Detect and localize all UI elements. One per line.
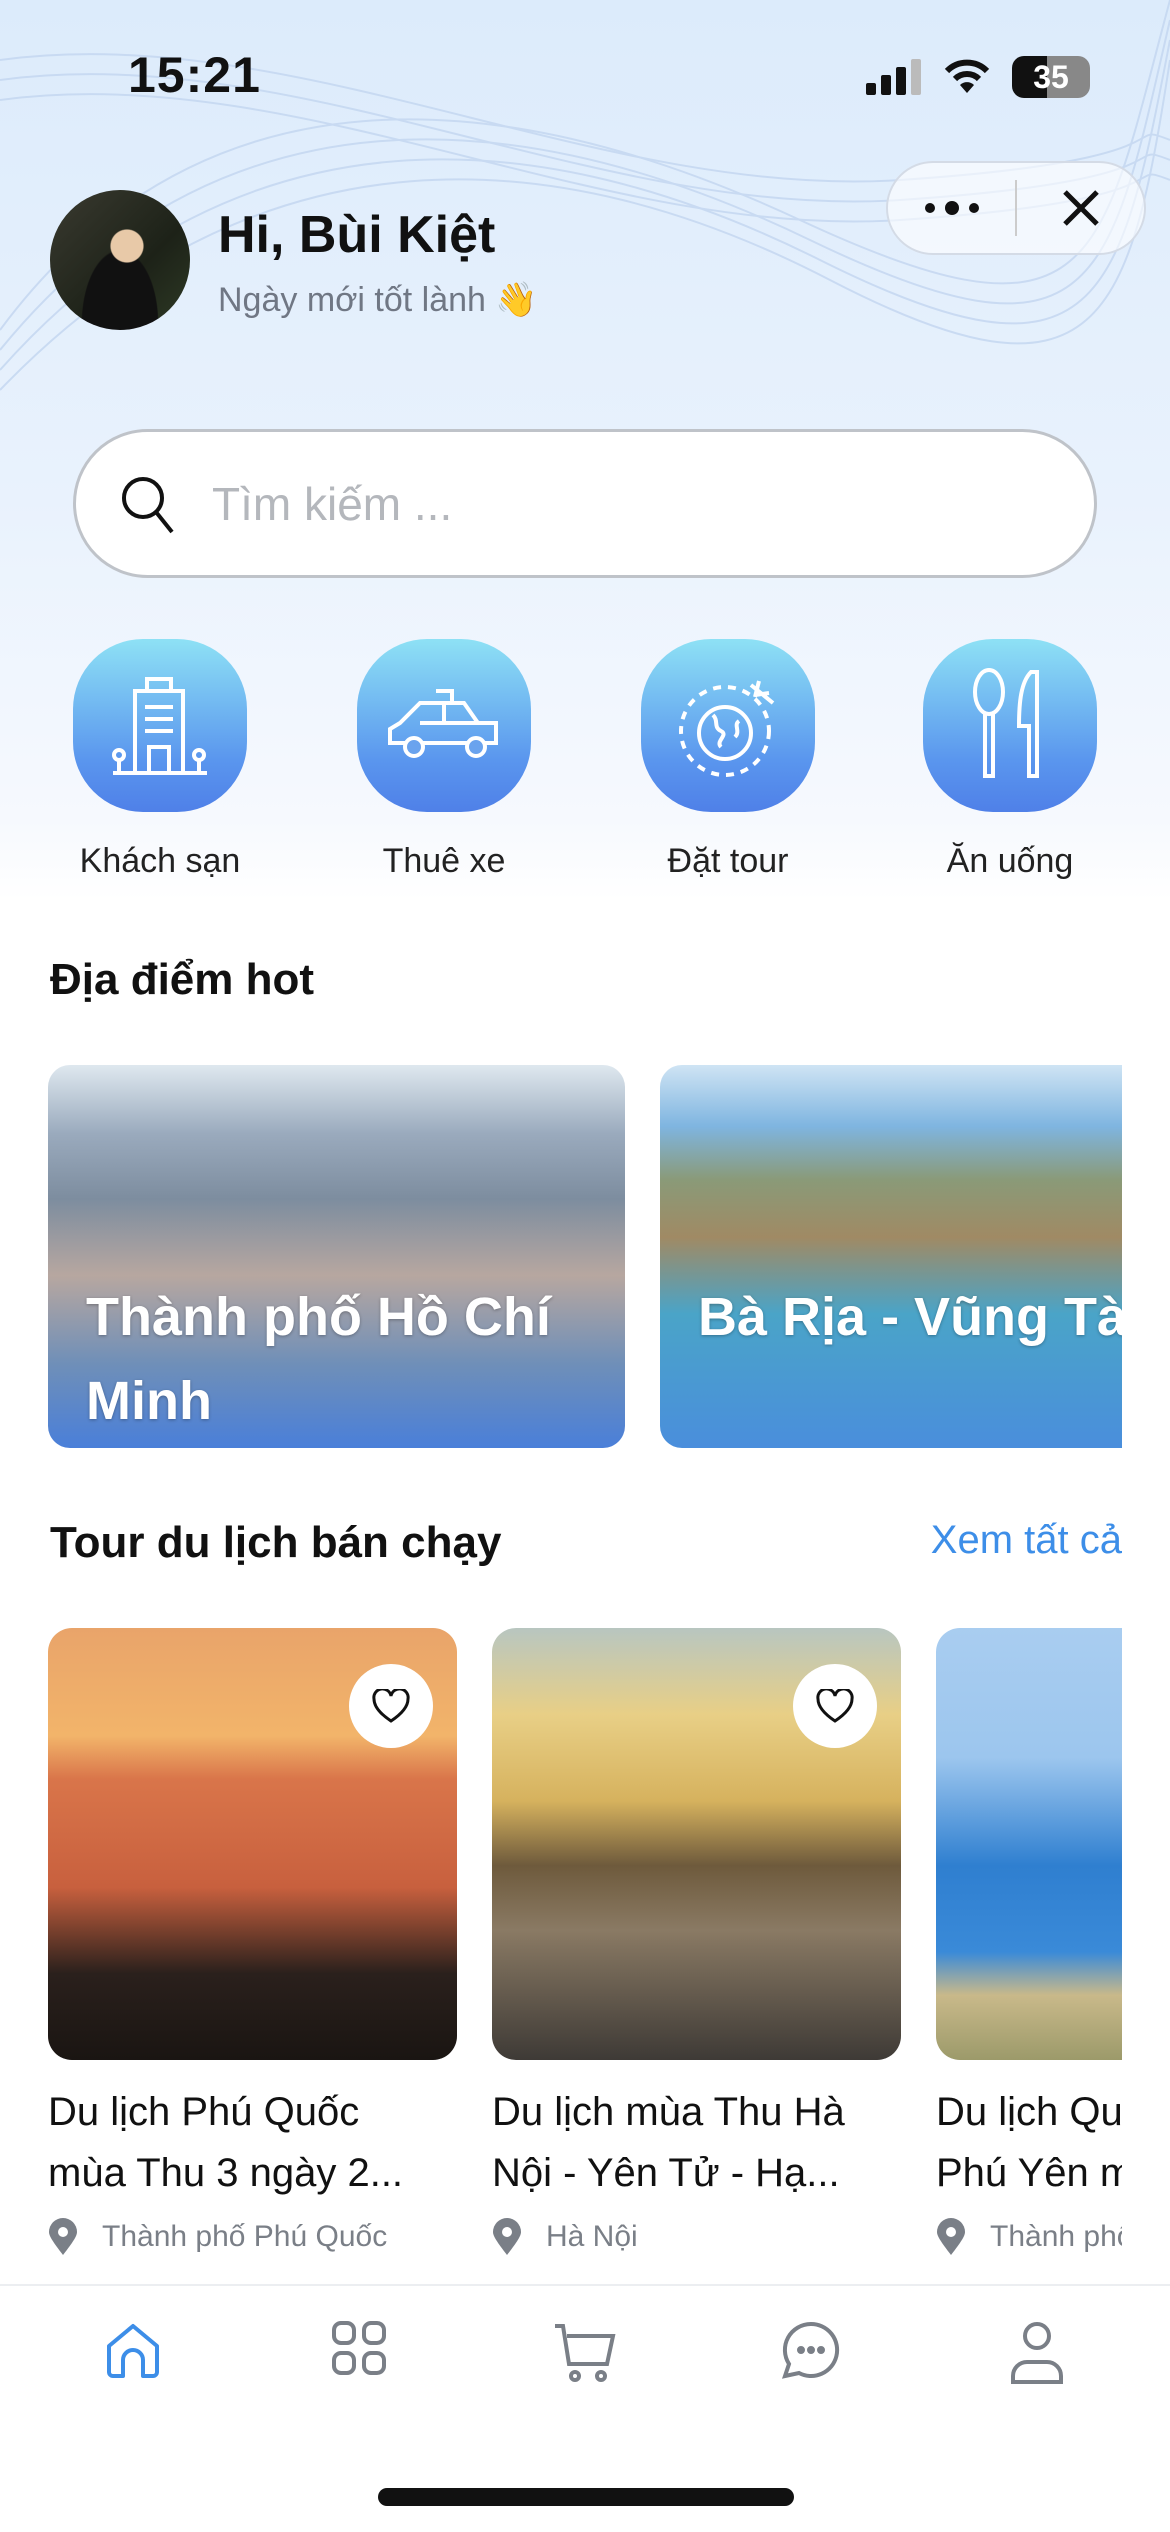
tour-location: Thành phố	[990, 2220, 1122, 2253]
utensils-icon	[973, 667, 1039, 778]
hot-place-card[interactable]: Bà Rịa - Vũng Tàu	[660, 1065, 1122, 1448]
tour-title-line1: Du lịch Quy Nhơn	[936, 2090, 1122, 2134]
location-pin-icon	[49, 2218, 77, 2255]
greeting: Hi, Bùi Kiệt	[218, 206, 496, 264]
hot-place-name: Thành phố Hồ Chí Minh	[86, 1287, 551, 1431]
category-label: Khách sạn	[79, 842, 241, 880]
tour-title-line2: Nội - Yên Tử - Hạ...	[492, 2151, 840, 2195]
tour-location: Hà Nội	[546, 2220, 638, 2253]
heart-icon	[372, 1689, 410, 1723]
tour-title-line2: Phú Yên mùa Thu	[936, 2151, 1122, 2195]
tour-card[interactable]: Du lịch Phú Quốc mùa Thu 3 ngày 2... Thà…	[48, 1628, 457, 2256]
signal-icon	[866, 59, 921, 95]
location-pin-icon	[493, 2218, 521, 2255]
tour-title-line1: Du lịch mùa Thu Hà	[492, 2090, 845, 2134]
tour-card[interactable]: Du lịch Quy Nhơn Phú Yên mùa Thu Thành p…	[936, 1628, 1122, 2256]
hotel-icon	[112, 676, 207, 775]
tour-card[interactable]: Du lịch mùa Thu Hà Nội - Yên Tử - Hạ... …	[492, 1628, 901, 2256]
search-input[interactable]	[212, 476, 1012, 531]
grid-icon	[332, 2321, 386, 2375]
user-icon	[1011, 2322, 1063, 2384]
tour-title-line1: Du lịch Phú Quốc	[48, 2090, 360, 2134]
close-button[interactable]	[1017, 163, 1144, 253]
location-pin-icon	[937, 2218, 965, 2255]
hot-places-carousel[interactable]: Thành phố Hồ Chí Minh Bà Rịa - Vũng Tàu	[48, 1065, 1122, 1448]
more-icon	[924, 201, 979, 215]
avatar[interactable]	[50, 190, 190, 330]
category-label: Ăn uống	[946, 842, 1074, 880]
wifi-icon	[944, 59, 990, 93]
search-bar[interactable]	[73, 429, 1097, 578]
cart-icon	[555, 2324, 616, 2382]
more-button[interactable]	[888, 163, 1015, 253]
section-title-hot-places: Địa điểm hot	[50, 955, 315, 1004]
category-tour[interactable]: Đặt tour	[641, 639, 815, 881]
tab-profile[interactable]	[977, 2286, 1097, 2532]
tour-image	[936, 1628, 1122, 2060]
category-food[interactable]: Ăn uống	[923, 639, 1097, 881]
tab-home[interactable]	[73, 2286, 193, 2532]
hot-place-name: Bà Rịa - Vũng Tàu	[698, 1287, 1122, 1347]
heart-icon	[816, 1689, 854, 1723]
tour-location: Thành phố Phú Quốc	[102, 2220, 388, 2253]
tour-title-line2: mùa Thu 3 ngày 2...	[48, 2151, 404, 2195]
status-time: 15:21	[128, 47, 261, 103]
greeting-subtitle: Ngày mới tốt lành 👋	[218, 281, 538, 319]
status-icons: 35	[866, 56, 1090, 98]
search-icon	[122, 476, 174, 533]
tour-image	[48, 1628, 457, 2060]
section-title-best-tours: Tour du lịch bán chạy	[50, 1518, 502, 1567]
hot-place-card[interactable]: Thành phố Hồ Chí Minh	[48, 1065, 625, 1448]
see-all-link[interactable]: Xem tất cả	[931, 1518, 1122, 1563]
miniapp-capsule	[886, 161, 1146, 255]
tour-image	[492, 1628, 901, 2060]
battery-level: 35	[1012, 56, 1090, 98]
home-indicator	[378, 2488, 794, 2506]
home-icon	[107, 2324, 159, 2378]
category-hotel[interactable]: Khách sạn	[73, 639, 247, 881]
favorite-button[interactable]	[349, 1664, 433, 1748]
chat-icon	[781, 2321, 840, 2379]
category-car-rental[interactable]: Thuê xe	[357, 639, 531, 881]
car-icon	[388, 688, 498, 758]
best-tours-carousel[interactable]: Du lịch Phú Quốc mùa Thu 3 ngày 2... Thà…	[48, 1628, 1122, 2278]
category-label: Thuê xe	[382, 842, 506, 880]
globe-plane-icon	[679, 680, 775, 777]
category-label: Đặt tour	[667, 842, 789, 880]
close-icon	[1062, 190, 1099, 226]
favorite-button[interactable]	[793, 1664, 877, 1748]
